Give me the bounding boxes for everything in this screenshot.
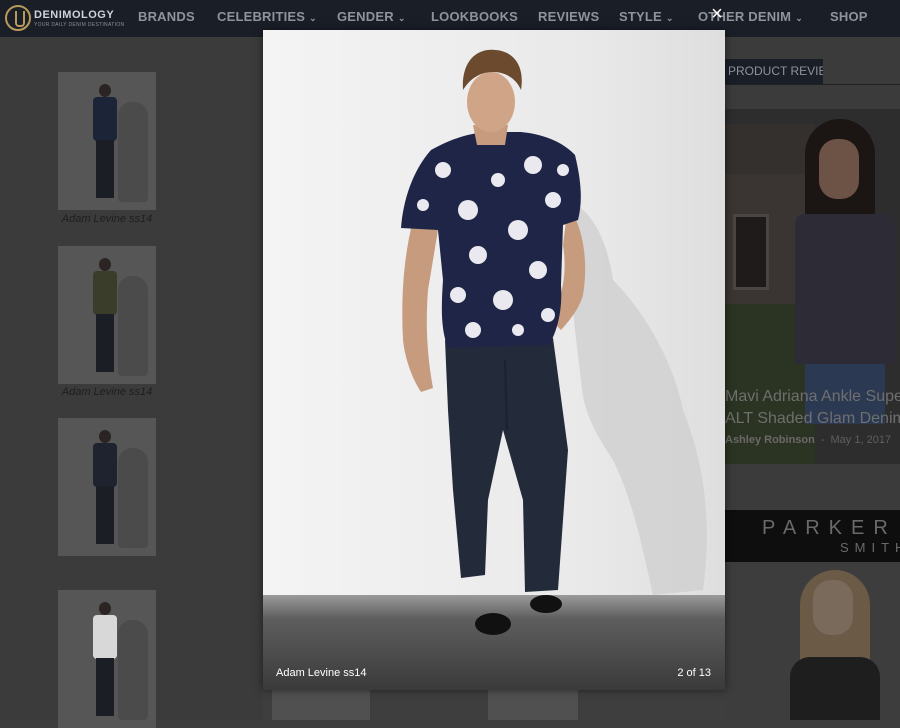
nav-item-gender[interactable]: GENDER ⌄ bbox=[337, 9, 406, 24]
review-date: May 1, 2017 bbox=[830, 434, 892, 446]
lightbox-image[interactable] bbox=[263, 30, 725, 690]
thumb-shadow bbox=[118, 276, 148, 376]
nav-label: REVIEWS bbox=[538, 9, 600, 24]
review-meta: Ashley Robinson - May 1, 2017 bbox=[725, 434, 900, 446]
review-title-line: Mavi Adriana Ankle Super bbox=[725, 388, 900, 405]
lightbox-counter: 2 of 13 bbox=[677, 667, 711, 679]
nav-label: CELEBRITIES bbox=[217, 9, 306, 24]
chevron-down-icon: ⌄ bbox=[795, 13, 803, 23]
thumb-figure bbox=[92, 258, 118, 376]
gallery-thumbnail[interactable] bbox=[58, 418, 156, 556]
thumb-figure bbox=[92, 602, 118, 720]
thumb-shadow bbox=[118, 620, 148, 720]
review-title-line: ALT Shaded Glam Denim bbox=[725, 410, 900, 427]
nav-item-lookbooks[interactable]: LOOKBOOKS bbox=[431, 9, 518, 24]
section-divider bbox=[725, 84, 900, 85]
thumb-figure bbox=[92, 430, 118, 548]
ad-brand-line2: SMITH bbox=[840, 540, 900, 555]
nav-item-style[interactable]: STYLE ⌄ bbox=[619, 9, 674, 24]
gallery-thumbnail[interactable] bbox=[58, 72, 156, 210]
ad-image[interactable] bbox=[725, 562, 900, 720]
nav-label: GENDER bbox=[337, 9, 394, 24]
logo-tagline: YOUR DAILY DENIM DESTINATION bbox=[34, 21, 125, 28]
logo-icon bbox=[5, 5, 31, 31]
gallery-thumbnail[interactable] bbox=[58, 590, 156, 728]
thumbnail-caption: Adam Levine ss14 bbox=[61, 386, 153, 398]
nav-item-reviews[interactable]: REVIEWS bbox=[538, 9, 599, 24]
chevron-down-icon: ⌄ bbox=[665, 13, 674, 23]
close-icon[interactable]: × bbox=[703, 3, 731, 25]
thumb-figure bbox=[92, 84, 118, 202]
ad-banner[interactable]: PARKER SMITH bbox=[725, 510, 900, 562]
chevron-down-icon: ⌄ bbox=[397, 13, 406, 23]
meta-separator: - bbox=[820, 434, 825, 446]
nav-item-brands[interactable]: BRANDS bbox=[138, 9, 195, 24]
thumb-shadow bbox=[118, 102, 148, 202]
section-label: PRODUCT REVIEWS bbox=[725, 59, 823, 84]
site-logo[interactable]: DENIMOLOGY YOUR DAILY DENIM DESTINATION bbox=[5, 3, 124, 33]
chevron-down-icon: ⌄ bbox=[309, 13, 317, 23]
gallery-thumbnail[interactable] bbox=[488, 690, 578, 720]
thumbnail-caption: Adam Levine ss14 bbox=[61, 213, 153, 225]
gallery-thumbnail[interactable] bbox=[58, 246, 156, 384]
ad-brand-line1: PARKER bbox=[762, 517, 897, 539]
nav-item-celebrities[interactable]: CELEBRITIES ⌄ bbox=[217, 9, 317, 24]
review-author[interactable]: Ashley Robinson bbox=[725, 434, 815, 446]
review-title[interactable]: Mavi Adriana Ankle Super ALT Shaded Glam… bbox=[725, 386, 900, 430]
logo-name: DENIMOLOGY bbox=[34, 8, 115, 21]
nav-label: LOOKBOOKS bbox=[431, 9, 519, 24]
thumb-shadow bbox=[118, 448, 148, 548]
nav-label: STYLE bbox=[619, 9, 662, 24]
gallery-thumbnail[interactable] bbox=[272, 690, 370, 720]
nav-item-shop[interactable]: SHOP bbox=[830, 9, 868, 24]
nav-label: BRANDS bbox=[138, 9, 195, 24]
nav-label: SHOP bbox=[830, 9, 868, 24]
lightbox-caption: Adam Levine ss14 bbox=[276, 667, 367, 679]
